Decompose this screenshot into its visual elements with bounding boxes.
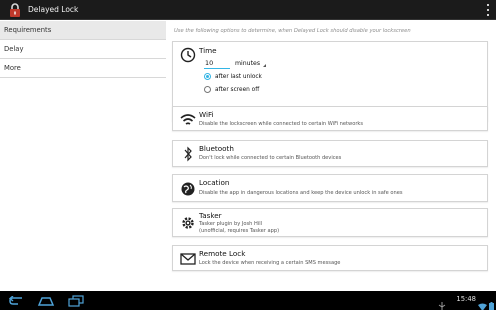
bluetooth-description: Don't lock while connected to certain Bl…: [199, 155, 342, 161]
radio-after-last-unlock[interactable]: after last unlock: [204, 73, 262, 80]
usb-icon: [438, 296, 446, 310]
tasker-description-1: Tasker plugin by Josh Hill: [199, 221, 263, 227]
lock-icon[interactable]: [8, 2, 22, 17]
tasker-description-2: (unofficial, requires Tasker app): [199, 228, 280, 234]
sidebar-item-more[interactable]: More: [0, 59, 166, 78]
location-card[interactable]: Location Disable the app in dangerous lo…: [172, 174, 488, 202]
sidebar-item-label: Requirements: [4, 26, 52, 34]
sidebar: Requirements Delay More: [0, 21, 166, 291]
overflow-menu-icon[interactable]: [486, 4, 490, 16]
status-clock: 15:48: [456, 295, 476, 303]
remote-lock-card[interactable]: Remote Lock Lock the device when receivi…: [172, 245, 488, 271]
wifi-icon: [179, 111, 197, 129]
bluetooth-title: Bluetooth: [199, 144, 234, 153]
remote-lock-description: Lock the device when receiving a certain…: [199, 260, 341, 266]
main-content: Use the following options to determine, …: [170, 21, 490, 291]
dropdown-arrow-icon: [263, 64, 266, 67]
radio-button-unchecked[interactable]: [204, 86, 211, 93]
wifi-card[interactable]: WiFi Disable the lockscreen while connec…: [172, 106, 488, 131]
time-title: Time: [199, 46, 217, 55]
app-title: Delayed Lock: [28, 5, 79, 14]
radio-label: after last unlock: [215, 73, 262, 80]
wifi-status-icon: [478, 296, 487, 310]
radio-button-checked[interactable]: [204, 73, 211, 80]
sidebar-item-delay[interactable]: Delay: [0, 40, 166, 59]
time-unit-select[interactable]: minutes: [235, 60, 260, 67]
time-value-input[interactable]: 10: [204, 59, 230, 69]
gear-icon: [179, 214, 197, 232]
sidebar-item-requirements[interactable]: Requirements: [0, 21, 166, 40]
sidebar-item-label: Delay: [4, 45, 24, 53]
globe-icon: [179, 180, 197, 198]
tasker-title: Tasker: [199, 211, 222, 220]
envelope-icon: [179, 250, 197, 268]
bluetooth-icon: [179, 145, 197, 163]
tasker-card[interactable]: Tasker Tasker plugin by Josh Hill (unoff…: [172, 208, 488, 237]
location-description: Disable the app in dangerous locations a…: [199, 190, 403, 196]
radio-label: after screen off: [215, 86, 260, 93]
sidebar-item-label: More: [4, 64, 21, 72]
hint-text: Use the following options to determine, …: [174, 28, 411, 34]
wifi-description: Disable the lockscreen while connected t…: [199, 121, 364, 127]
bluetooth-card[interactable]: Bluetooth Don't lock while connected to …: [172, 140, 488, 167]
back-icon[interactable]: [6, 294, 26, 307]
location-title: Location: [199, 178, 230, 187]
home-icon[interactable]: [36, 294, 56, 307]
clock-icon: [179, 46, 197, 64]
recents-icon[interactable]: [66, 294, 86, 307]
battery-icon: [489, 296, 494, 310]
radio-after-screen-off[interactable]: after screen off: [204, 86, 259, 93]
action-bar: Delayed Lock: [0, 0, 496, 20]
system-nav-bar: 15:48: [0, 291, 496, 310]
wifi-title: WiFi: [199, 110, 214, 119]
remote-lock-title: Remote Lock: [199, 249, 246, 258]
